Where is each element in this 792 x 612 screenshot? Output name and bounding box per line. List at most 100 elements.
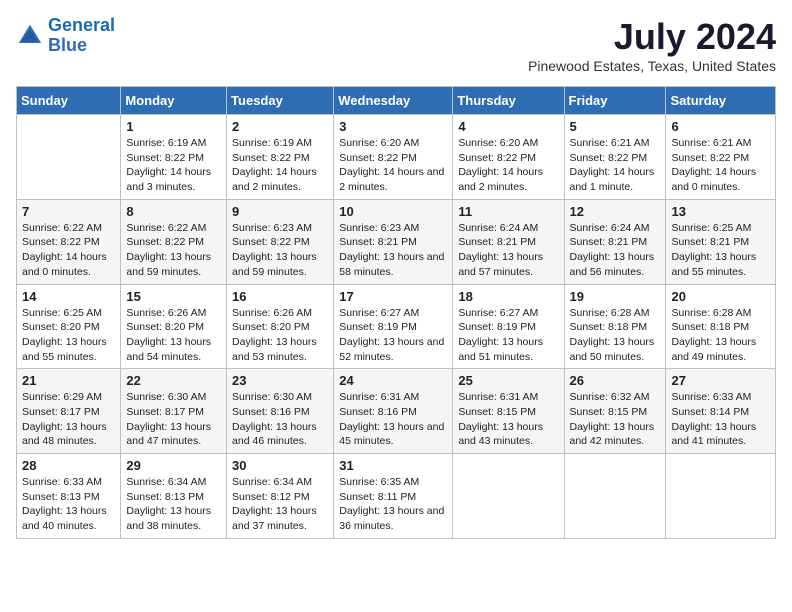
calendar-cell: 17 Sunrise: 6:27 AMSunset: 8:19 PMDayligh…	[334, 284, 453, 369]
calendar-cell: 18 Sunrise: 6:27 AMSunset: 8:19 PMDayligh…	[453, 284, 564, 369]
day-number: 6	[671, 119, 770, 134]
calendar-cell: 9Sunrise: 6:23 AMSunset: 8:22 PMDaylight…	[227, 199, 334, 284]
day-number: 16	[232, 289, 328, 304]
calendar-cell: 8 Sunrise: 6:22 AMSunset: 8:22 PMDaylight…	[121, 199, 227, 284]
day-info: Sunrise: 6:26 AMSunset: 8:20 PMDaylight:…	[126, 306, 221, 365]
day-number: 1	[126, 119, 221, 134]
calendar-cell: 5Sunrise: 6:21 AMSunset: 8:22 PMDaylight…	[564, 115, 666, 200]
calendar-week-2: 7 Sunrise: 6:22 AMSunset: 8:22 PMDaylight…	[17, 199, 776, 284]
day-info: Sunrise: 6:31 AMSunset: 8:15 PMDaylight:…	[458, 390, 558, 449]
day-info: Sunrise: 6:21 AMSunset: 8:22 PMDaylight:…	[570, 136, 661, 195]
day-number: 27	[671, 373, 770, 388]
calendar-week-1: 1 Sunrise: 6:19 AMSunset: 8:22 PMDaylight…	[17, 115, 776, 200]
calendar-cell: 23Sunrise: 6:30 AMSunset: 8:16 PMDayligh…	[227, 369, 334, 454]
day-info: Sunrise: 6:20 AMSunset: 8:22 PMDaylight:…	[458, 136, 558, 195]
day-info: Sunrise: 6:28 AMSunset: 8:18 PMDaylight:…	[570, 306, 661, 365]
day-info: Sunrise: 6:33 AMSunset: 8:14 PMDaylight:…	[671, 390, 770, 449]
day-info: Sunrise: 6:32 AMSunset: 8:15 PMDaylight:…	[570, 390, 661, 449]
day-info: Sunrise: 6:24 AMSunset: 8:21 PMDaylight:…	[570, 221, 661, 280]
calendar-cell: 28 Sunrise: 6:33 AMSunset: 8:13 PMDayligh…	[17, 454, 121, 539]
calendar-cell	[17, 115, 121, 200]
calendar-table: SundayMondayTuesdayWednesdayThursdayFrid…	[16, 86, 776, 539]
day-number: 10	[339, 204, 447, 219]
logo-line1: General	[48, 15, 115, 35]
day-info: Sunrise: 6:33 AMSunset: 8:13 PMDaylight:…	[22, 475, 115, 534]
calendar-cell: 24 Sunrise: 6:31 AMSunset: 8:16 PMDayligh…	[334, 369, 453, 454]
day-info: Sunrise: 6:22 AMSunset: 8:22 PMDaylight:…	[22, 221, 115, 280]
day-info: Sunrise: 6:26 AMSunset: 8:20 PMDaylight:…	[232, 306, 328, 365]
day-info: Sunrise: 6:31 AMSunset: 8:16 PMDaylight:…	[339, 390, 447, 449]
calendar-cell: 19Sunrise: 6:28 AMSunset: 8:18 PMDayligh…	[564, 284, 666, 369]
calendar-cell: 3 Sunrise: 6:20 AMSunset: 8:22 PMDaylight…	[334, 115, 453, 200]
calendar-cell: 30Sunrise: 6:34 AMSunset: 8:12 PMDayligh…	[227, 454, 334, 539]
day-info: Sunrise: 6:19 AMSunset: 8:22 PMDaylight:…	[232, 136, 328, 195]
calendar-cell: 2 Sunrise: 6:19 AMSunset: 8:22 PMDaylight…	[227, 115, 334, 200]
title-block: July 2024 Pinewood Estates, Texas, Unite…	[528, 16, 776, 74]
header-row: SundayMondayTuesdayWednesdayThursdayFrid…	[17, 87, 776, 115]
header-cell-friday: Friday	[564, 87, 666, 115]
day-info: Sunrise: 6:35 AMSunset: 8:11 PMDaylight:…	[339, 475, 447, 534]
header-cell-tuesday: Tuesday	[227, 87, 334, 115]
calendar-header: SundayMondayTuesdayWednesdayThursdayFrid…	[17, 87, 776, 115]
day-info: Sunrise: 6:24 AMSunset: 8:21 PMDaylight:…	[458, 221, 558, 280]
calendar-cell: 7 Sunrise: 6:22 AMSunset: 8:22 PMDaylight…	[17, 199, 121, 284]
day-number: 28	[22, 458, 115, 473]
day-number: 8	[126, 204, 221, 219]
day-number: 26	[570, 373, 661, 388]
day-info: Sunrise: 6:34 AMSunset: 8:13 PMDaylight:…	[126, 475, 221, 534]
calendar-cell: 16 Sunrise: 6:26 AMSunset: 8:20 PMDayligh…	[227, 284, 334, 369]
calendar-cell	[564, 454, 666, 539]
calendar-cell	[453, 454, 564, 539]
day-number: 7	[22, 204, 115, 219]
day-info: Sunrise: 6:27 AMSunset: 8:19 PMDaylight:…	[458, 306, 558, 365]
day-info: Sunrise: 6:34 AMSunset: 8:12 PMDaylight:…	[232, 475, 328, 534]
logo-line2: Blue	[48, 35, 87, 55]
day-info: Sunrise: 6:30 AMSunset: 8:17 PMDaylight:…	[126, 390, 221, 449]
day-number: 18	[458, 289, 558, 304]
day-number: 9	[232, 204, 328, 219]
day-number: 2	[232, 119, 328, 134]
day-number: 25	[458, 373, 558, 388]
day-number: 3	[339, 119, 447, 134]
calendar-cell: 26 Sunrise: 6:32 AMSunset: 8:15 PMDayligh…	[564, 369, 666, 454]
header-cell-monday: Monday	[121, 87, 227, 115]
day-number: 17	[339, 289, 447, 304]
day-number: 21	[22, 373, 115, 388]
day-number: 29	[126, 458, 221, 473]
header-cell-saturday: Saturday	[666, 87, 776, 115]
month-title: July 2024	[528, 16, 776, 58]
day-info: Sunrise: 6:23 AMSunset: 8:21 PMDaylight:…	[339, 221, 447, 280]
calendar-body: 1 Sunrise: 6:19 AMSunset: 8:22 PMDaylight…	[17, 115, 776, 539]
day-info: Sunrise: 6:28 AMSunset: 8:18 PMDaylight:…	[671, 306, 770, 365]
day-info: Sunrise: 6:22 AMSunset: 8:22 PMDaylight:…	[126, 221, 221, 280]
header-cell-sunday: Sunday	[17, 87, 121, 115]
calendar-cell: 29 Sunrise: 6:34 AMSunset: 8:13 PMDayligh…	[121, 454, 227, 539]
day-info: Sunrise: 6:25 AMSunset: 8:21 PMDaylight:…	[671, 221, 770, 280]
calendar-cell: 11Sunrise: 6:24 AMSunset: 8:21 PMDayligh…	[453, 199, 564, 284]
calendar-cell: 12Sunrise: 6:24 AMSunset: 8:21 PMDayligh…	[564, 199, 666, 284]
page-header: General Blue July 2024 Pinewood Estates,…	[16, 16, 776, 74]
day-info: Sunrise: 6:30 AMSunset: 8:16 PMDaylight:…	[232, 390, 328, 449]
calendar-cell: 15 Sunrise: 6:26 AMSunset: 8:20 PMDayligh…	[121, 284, 227, 369]
day-info: Sunrise: 6:19 AMSunset: 8:22 PMDaylight:…	[126, 136, 221, 195]
day-number: 20	[671, 289, 770, 304]
calendar-cell: 21Sunrise: 6:29 AMSunset: 8:17 PMDayligh…	[17, 369, 121, 454]
calendar-cell: 25 Sunrise: 6:31 AMSunset: 8:15 PMDayligh…	[453, 369, 564, 454]
day-info: Sunrise: 6:27 AMSunset: 8:19 PMDaylight:…	[339, 306, 447, 365]
day-number: 31	[339, 458, 447, 473]
logo-icon	[16, 22, 44, 50]
day-info: Sunrise: 6:21 AMSunset: 8:22 PMDaylight:…	[671, 136, 770, 195]
day-number: 24	[339, 373, 447, 388]
calendar-cell: 31 Sunrise: 6:35 AMSunset: 8:11 PMDayligh…	[334, 454, 453, 539]
calendar-cell: 4Sunrise: 6:20 AMSunset: 8:22 PMDaylight…	[453, 115, 564, 200]
calendar-week-3: 14Sunrise: 6:25 AMSunset: 8:20 PMDayligh…	[17, 284, 776, 369]
day-number: 22	[126, 373, 221, 388]
day-number: 15	[126, 289, 221, 304]
calendar-cell: 10 Sunrise: 6:23 AMSunset: 8:21 PMDayligh…	[334, 199, 453, 284]
calendar-cell	[666, 454, 776, 539]
calendar-week-5: 28 Sunrise: 6:33 AMSunset: 8:13 PMDayligh…	[17, 454, 776, 539]
day-info: Sunrise: 6:20 AMSunset: 8:22 PMDaylight:…	[339, 136, 447, 195]
calendar-cell: 1 Sunrise: 6:19 AMSunset: 8:22 PMDaylight…	[121, 115, 227, 200]
day-number: 14	[22, 289, 115, 304]
calendar-cell: 20 Sunrise: 6:28 AMSunset: 8:18 PMDayligh…	[666, 284, 776, 369]
